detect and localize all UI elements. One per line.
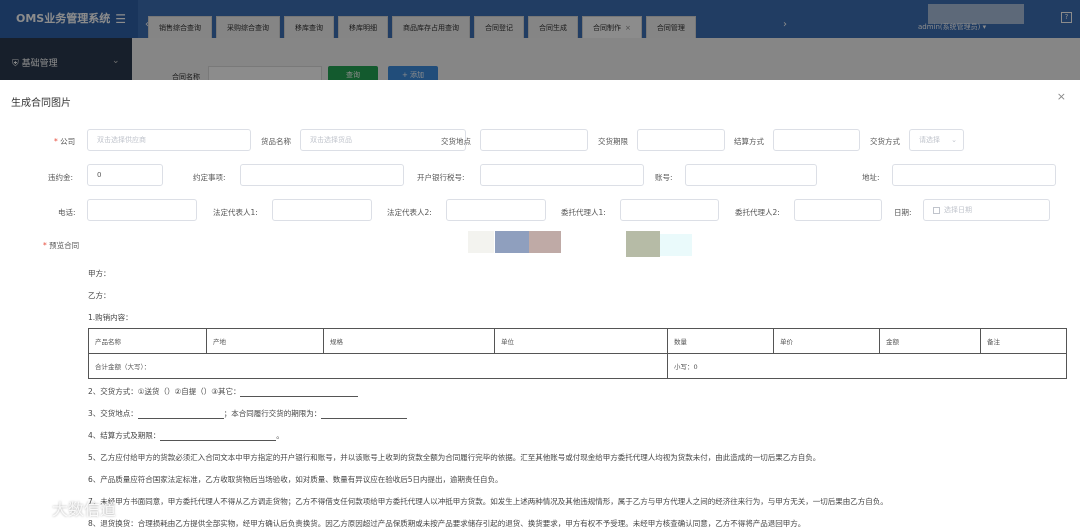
table-header: 产品名称 [88,328,207,354]
table-header: 备注 [980,328,1067,354]
dialog-title: 生成合同图片 [11,98,71,109]
blurred-logo [529,231,561,253]
blurred-logo [495,231,529,253]
blurred-logo [626,231,660,257]
table-row: 合计金额（大写）： 小写：0 [88,353,1067,379]
address-label: 地址: [862,173,880,182]
delivery-period-input[interactable] [637,129,725,151]
clause-2: 2、交货方式：①送货（）②自提（）③其它： [88,386,359,397]
clause-5: 5、乙方应付给甲方的货款必须汇入合同文本中甲方指定的开户银行和账号，并以该账号上… [88,453,821,462]
table-header: 数量 [667,328,774,354]
items-table: 产品名称 产地 规格 单位 数量 单价 金额 备注 合计金额（大写）： 小写：0 [88,328,1067,379]
party-a: 甲方： [88,269,111,278]
date-label: 日期: [894,208,912,217]
address-input[interactable] [892,164,1056,186]
clause-3: 3、交货地点： ；本合同履行交货的期限为： [88,408,408,419]
agent2-label: 委托代理人2: [735,208,780,217]
phone-label: 电话: [58,208,76,217]
company-input[interactable]: 双击选择供应商 [87,129,251,151]
total-lowercase: 小写：0 [667,353,1067,379]
clause-4: 4、结算方式及期限：。 [88,431,284,441]
bank-tax-label: 开户银行税号: [417,173,465,182]
blurred-logo [468,231,494,253]
date-picker[interactable]: 选择日期 [923,199,1050,221]
calendar-icon [933,206,940,214]
company-label: * 公司 [54,137,76,146]
party-b: 乙方： [88,291,111,300]
delivery-method-label: 交货方式 [870,137,900,146]
total-uppercase: 合计金额（大写）： [88,353,668,379]
penalty-label: 违约金: [48,173,74,182]
legal-rep2-label: 法定代表人2: [387,208,432,217]
table-header: 单位 [494,328,668,354]
generate-contract-image-dialog: 生成合同图片 × * 公司 双击选择供应商 货品名称 双击选择货品 交货地点 交… [0,80,1080,528]
bank-tax-input[interactable] [480,164,644,186]
terms-input[interactable] [240,164,404,186]
clause-7: 7、未经甲方书面同意，甲方委托代理人不得从乙方调走货物；乙方不得借支任何款项给甲… [88,497,888,506]
legal-rep1-label: 法定代表人1: [213,208,258,217]
table-row: 产品名称 产地 规格 单位 数量 单价 金额 备注 [88,328,1067,354]
penalty-input[interactable]: 0 [87,164,163,186]
phone-input[interactable] [87,199,197,221]
delivery-period-label: 交货期限 [598,137,628,146]
delivery-place-label: 交货地点 [441,137,471,146]
account-input[interactable] [685,164,817,186]
table-header: 金额 [879,328,981,354]
section-1-title: 1.购销内容： [88,313,133,322]
close-icon[interactable]: × [1057,90,1066,103]
agent1-input[interactable] [620,199,719,221]
chevron-down-icon: ⌄ [951,136,957,144]
legal-rep2-input[interactable] [446,199,546,221]
watermark-text: 大数信道 [52,500,117,519]
goods-label: 货品名称 [261,137,291,146]
delivery-place-input[interactable] [480,129,588,151]
delivery-method-select[interactable]: 请选择 ⌄ [909,129,964,151]
table-header: 规格 [323,328,495,354]
settlement-label: 结算方式 [734,137,764,146]
preview-label: * 预览合同 [43,241,80,250]
account-label: 账号: [655,173,673,182]
blurred-logo [660,234,692,256]
table-header: 单价 [773,328,880,354]
watermark-logo-icon [8,494,48,518]
settlement-input[interactable] [773,129,860,151]
clause-8: 8、退货换货：合理损耗由乙方提供全部实物，经甲方确认后负责换货。因乙方原因超过产… [88,519,806,528]
agent1-label: 委托代理人1: [561,208,606,217]
table-header: 产地 [206,328,324,354]
clause-6: 6、产品质量应符合国家法定标准，乙方收取货物后当场验收，如对质量、数量有异议应在… [88,475,503,484]
agent2-input[interactable] [794,199,882,221]
legal-rep1-input[interactable] [272,199,372,221]
terms-label: 约定事项: [193,173,226,182]
